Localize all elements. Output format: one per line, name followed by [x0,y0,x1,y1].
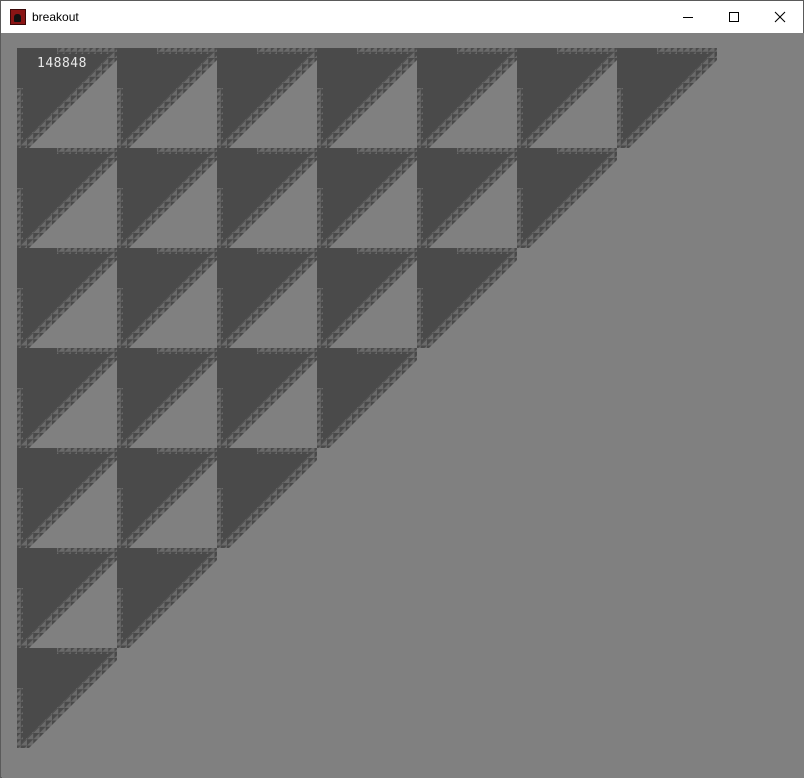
brick-block [217,148,317,248]
close-button[interactable] [757,1,803,33]
brick-block [217,448,317,548]
brick-block [317,348,417,448]
title-bar[interactable]: breakout [1,1,803,33]
brick-block [17,648,117,748]
maximize-icon [729,12,739,22]
brick-block [117,248,217,348]
brick-block [217,248,317,348]
window-controls [665,1,803,33]
brick-block [417,48,517,148]
minimize-button[interactable] [665,1,711,33]
brick-block [117,348,217,448]
brick-block [217,48,317,148]
brick-block [317,248,417,348]
brick-block [117,48,217,148]
brick-block [17,348,117,448]
brick-block [17,548,117,648]
brick-block [317,48,417,148]
minimize-icon [683,17,693,18]
brick-block [17,248,117,348]
brick-field [17,48,717,748]
score-display: 148848 [37,56,87,71]
brick-block [417,248,517,348]
brick-block [117,148,217,248]
brick-block [117,548,217,648]
brick-block [217,348,317,448]
brick-block [17,448,117,548]
window-title: breakout [32,10,79,24]
close-icon [774,11,786,23]
brick-block [317,148,417,248]
app-icon [10,9,26,25]
game-window: breakout 148848 [0,0,804,778]
maximize-button[interactable] [711,1,757,33]
brick-block [417,148,517,248]
game-canvas[interactable]: 148848 [2,33,804,778]
brick-block [17,148,117,248]
brick-block [117,448,217,548]
brick-block [617,48,717,148]
brick-block [517,148,617,248]
brick-block [517,48,617,148]
